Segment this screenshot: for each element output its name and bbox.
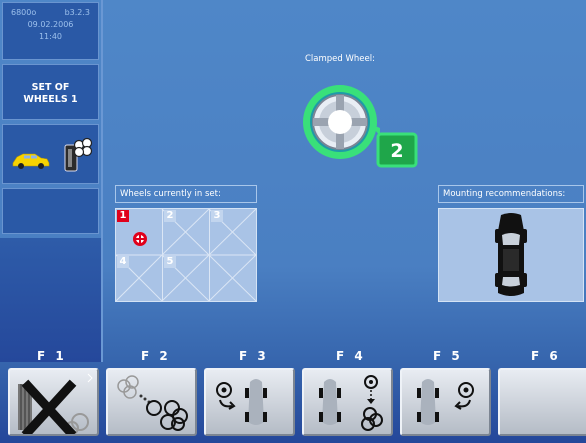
- sidebar-divider: [101, 0, 103, 362]
- wheel-set-header: Wheels currently in set:: [115, 185, 257, 203]
- device-time: 11:40: [38, 32, 63, 41]
- mounting-header: Mounting recommendations:: [438, 185, 584, 203]
- wheel-slot-3-number: 3: [211, 210, 223, 222]
- device-info: 6800o b3.2.3 09.02.2006 11:40: [2, 2, 99, 60]
- clamped-wheel-icon: 2: [303, 85, 418, 168]
- f4-button[interactable]: [302, 368, 393, 436]
- f5-button[interactable]: [400, 368, 491, 436]
- mounting-panel: [438, 208, 584, 302]
- wheel-slot-5-number: 5: [164, 256, 176, 268]
- set-title-line2: WHEELS 1: [23, 94, 78, 105]
- wheel-slot-4[interactable]: 4: [116, 255, 162, 301]
- sidebar: 6800o b3.2.3 09.02.2006 11:40 SET OF WHE…: [0, 0, 101, 362]
- clamped-wheel-number: 2: [390, 140, 403, 162]
- cancel-icon: [18, 373, 93, 439]
- rotate-back-icon: [417, 379, 474, 425]
- fkey-label-6: F 6: [531, 349, 561, 363]
- sidebar-empty-panel: [2, 188, 99, 234]
- fkey-label-4: F 4: [336, 349, 366, 363]
- device-date: 09.02.2006: [27, 20, 74, 29]
- f3-button[interactable]: [204, 368, 295, 436]
- fkey-label-2: F 2: [141, 349, 171, 363]
- wheel-slot-1-number: 1: [117, 210, 129, 222]
- wheel-slot-5[interactable]: 5: [163, 255, 209, 301]
- wheel-slot-3[interactable]: 3: [210, 209, 256, 255]
- fkey-label-3: F 3: [239, 349, 269, 363]
- f2-button[interactable]: [106, 368, 197, 436]
- f6-button[interactable]: [498, 368, 586, 436]
- clamped-wheel: 2: [300, 78, 420, 168]
- wheel-slot-2-number: 2: [164, 210, 176, 222]
- car-top-view-icon: [495, 213, 527, 296]
- fkey-label-1: F 1: [37, 349, 67, 363]
- fkey-label-5: F 5: [433, 349, 463, 363]
- app-window: 6800o b3.2.3 09.02.2006 11:40 SET OF WHE…: [0, 0, 586, 443]
- wheel-slot-4-number: 4: [117, 256, 129, 268]
- wheel-set-icon: [117, 375, 188, 431]
- car-wheel-icon: [12, 137, 93, 172]
- device-model: 6800o: [11, 8, 37, 17]
- vehicle-panel[interactable]: [2, 124, 99, 184]
- f1-button[interactable]: [8, 368, 99, 439]
- wheel-slot-1[interactable]: 1: [116, 209, 162, 255]
- rotate-wheel-icon: [216, 379, 267, 425]
- wheel-slot-2[interactable]: 2: [163, 209, 209, 255]
- set-title-line1: SET OF: [31, 82, 70, 93]
- sidebar-lower: [0, 238, 101, 362]
- wheel-set-grid: 1 2 3 4 5: [115, 208, 257, 302]
- swap-wheels-icon: [319, 375, 383, 431]
- set-title: SET OF WHEELS 1: [2, 64, 99, 120]
- clamped-wheel-label: Clamped Wheel:: [305, 54, 375, 64]
- device-version: b3.2.3: [64, 8, 90, 17]
